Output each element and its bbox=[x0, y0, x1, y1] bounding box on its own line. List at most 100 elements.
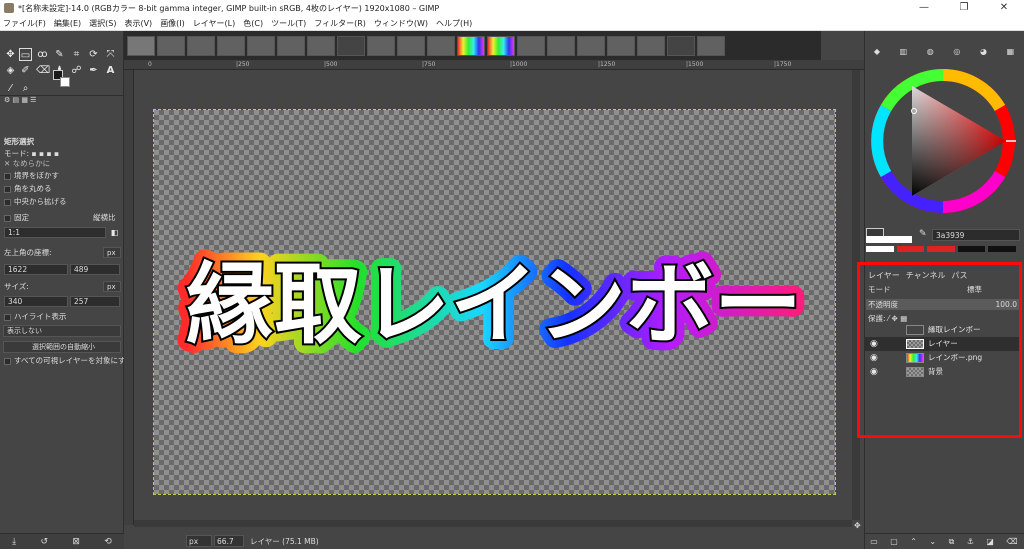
history-swatch[interactable] bbox=[866, 246, 894, 252]
feather-checkbox[interactable] bbox=[4, 172, 11, 180]
background-color-swatch[interactable] bbox=[60, 77, 70, 87]
delete-options-icon[interactable]: ⊠ bbox=[72, 537, 80, 547]
lasso-tool-icon[interactable]: ꝏ bbox=[36, 48, 49, 61]
size-h-field[interactable]: 257 bbox=[70, 296, 120, 307]
text-tool-icon[interactable]: A bbox=[104, 64, 117, 77]
crop-tool-icon[interactable]: ⌗ bbox=[70, 48, 83, 61]
image-thumbnail[interactable] bbox=[307, 35, 335, 56]
navigate-icon[interactable]: ✥ bbox=[854, 521, 862, 530]
zoom-select[interactable]: 66.7 bbox=[214, 535, 244, 547]
menu-file[interactable]: ファイル(F) bbox=[3, 18, 46, 29]
vertical-ruler[interactable] bbox=[124, 70, 134, 525]
zoom-tool-icon[interactable]: ⌕ bbox=[19, 82, 32, 95]
size-unit-select[interactable]: px bbox=[103, 281, 121, 292]
image-thumbnail[interactable] bbox=[517, 35, 545, 56]
delete-layer-icon[interactable]: ⌫ bbox=[1006, 537, 1017, 546]
image-thumbnail[interactable] bbox=[577, 35, 605, 56]
menu-filters[interactable]: フィルター(R) bbox=[314, 18, 366, 29]
history-swatch[interactable] bbox=[896, 246, 925, 252]
fixed-row[interactable]: 固定 縦横比 bbox=[0, 212, 124, 224]
tool-options-tab-icon[interactable]: ⚙ ▤ ▦ ☰ bbox=[4, 96, 36, 104]
image-thumbnail[interactable] bbox=[187, 35, 215, 56]
feather-row[interactable]: 境界をぼかす bbox=[0, 170, 124, 182]
new-layer-icon[interactable]: ▢ bbox=[890, 537, 898, 546]
lower-layer-icon[interactable]: ⌄ bbox=[929, 537, 936, 546]
image-thumbnail[interactable] bbox=[157, 35, 185, 56]
raise-layer-icon[interactable]: ⌃ bbox=[910, 537, 917, 546]
expand-center-row[interactable]: 中央から拡げる bbox=[0, 196, 124, 208]
reset-options-icon[interactable]: ⟲ bbox=[104, 537, 112, 547]
all-visible-checkbox[interactable] bbox=[4, 357, 11, 365]
image-thumbnail[interactable] bbox=[697, 35, 725, 56]
smudge-tool-icon[interactable]: ☍ bbox=[70, 64, 83, 77]
color-wheel-tab-icon[interactable]: ◎ bbox=[953, 47, 960, 56]
history-swatch[interactable] bbox=[988, 246, 1016, 252]
image-thumbnail[interactable] bbox=[667, 35, 695, 56]
menu-tools[interactable]: ツール(T) bbox=[271, 18, 306, 29]
horizontal-ruler[interactable]: 0 |250 |500 |750 |1000 |1250 |1500 |1750 bbox=[124, 60, 864, 70]
image-thumbnail[interactable] bbox=[217, 35, 245, 56]
color-wheel[interactable] bbox=[868, 66, 1018, 216]
fixed-mode-select[interactable]: 縦横比 bbox=[93, 212, 116, 224]
move-tool-icon[interactable]: ✥ bbox=[4, 48, 17, 61]
antialias-checkbox[interactable]: ✕ bbox=[4, 159, 10, 168]
image-thumbnail[interactable] bbox=[457, 35, 485, 56]
highlight-row[interactable]: ハイライト表示 bbox=[0, 311, 124, 323]
hex-color-field[interactable]: 3a3939 bbox=[932, 229, 1020, 241]
bucket-fill-tool-icon[interactable]: ◈ bbox=[4, 64, 17, 77]
image-thumbnail[interactable] bbox=[427, 35, 455, 56]
menu-layer[interactable]: レイヤー(L) bbox=[193, 18, 235, 29]
warp-tool-icon[interactable]: ⤧ bbox=[104, 48, 117, 61]
history-swatch[interactable] bbox=[927, 246, 955, 252]
mode-buttons-icon[interactable]: ▪ ▪ ▪ ▪ bbox=[31, 149, 58, 158]
paintbrush-tool-icon[interactable]: ✐ bbox=[19, 64, 32, 77]
antialias-row[interactable]: ✕ なめらかに bbox=[0, 158, 124, 170]
image-thumbnail[interactable] bbox=[277, 35, 305, 56]
horizontal-scrollbar[interactable] bbox=[134, 520, 852, 527]
fuzzy-select-tool-icon[interactable]: ✎ bbox=[53, 48, 66, 61]
menu-help[interactable]: ヘルプ(H) bbox=[436, 18, 472, 29]
scales-tab-icon[interactable]: ▥ bbox=[900, 47, 908, 56]
save-options-icon[interactable]: ⤓ bbox=[12, 537, 16, 547]
image-thumbnail[interactable] bbox=[247, 35, 275, 56]
menu-select[interactable]: 選択(S) bbox=[89, 18, 116, 29]
paths-tool-icon[interactable]: ✒ bbox=[87, 64, 100, 77]
auto-shrink-button[interactable]: 選択範囲の自動縮小 bbox=[3, 341, 121, 353]
position-unit-select[interactable]: px bbox=[103, 247, 121, 258]
ratio-field[interactable]: 1:1 bbox=[4, 227, 106, 238]
rect-select-tool-icon[interactable]: ▭ bbox=[19, 48, 32, 61]
image-thumbnail[interactable] bbox=[337, 35, 365, 56]
rounded-checkbox[interactable] bbox=[4, 185, 11, 193]
history-swatch[interactable] bbox=[957, 246, 986, 252]
image-thumbnail[interactable] bbox=[607, 35, 635, 56]
anchor-layer-icon[interactable]: ⚓ bbox=[967, 537, 974, 546]
expand-center-checkbox[interactable] bbox=[4, 198, 11, 206]
restore-options-icon[interactable]: ↺ bbox=[41, 537, 49, 547]
position-y-field[interactable]: 489 bbox=[70, 264, 120, 275]
guides-select[interactable]: 表示しない bbox=[3, 325, 121, 337]
menu-view[interactable]: 表示(V) bbox=[124, 18, 152, 29]
menu-edit[interactable]: 編集(E) bbox=[54, 18, 81, 29]
unified-transform-tool-icon[interactable]: ⟳ bbox=[87, 48, 100, 61]
ratio-toggle-icon[interactable]: ◧ bbox=[108, 226, 121, 239]
menu-colors[interactable]: 色(C) bbox=[243, 18, 263, 29]
bg-swatch[interactable] bbox=[866, 236, 912, 243]
eyedropper-icon[interactable]: ✎ bbox=[919, 229, 927, 239]
image-thumbnail[interactable] bbox=[127, 35, 155, 56]
highlight-checkbox[interactable] bbox=[4, 313, 11, 321]
image-thumbnail[interactable] bbox=[547, 35, 575, 56]
image-thumbnail[interactable] bbox=[487, 35, 515, 56]
color-picker-tool-icon[interactable]: ⁄ bbox=[4, 82, 17, 95]
palette-tab-icon[interactable]: ▦ bbox=[1007, 47, 1015, 56]
fg-bg-color-tab-icon[interactable]: ◆ bbox=[874, 47, 880, 56]
new-layer-group-icon[interactable]: ▭ bbox=[870, 537, 878, 546]
mask-icon[interactable]: ◪ bbox=[986, 537, 994, 546]
close-button[interactable]: ✕ bbox=[984, 0, 1024, 16]
position-x-field[interactable]: 1622 bbox=[4, 264, 68, 275]
eraser-tool-icon[interactable]: ⌫ bbox=[36, 64, 50, 77]
watercolor-tab-icon[interactable]: ◍ bbox=[927, 47, 934, 56]
minimize-button[interactable]: — bbox=[904, 0, 944, 16]
menu-image[interactable]: 画像(I) bbox=[160, 18, 185, 29]
unit-select[interactable]: px bbox=[186, 535, 212, 547]
image-thumbnail[interactable] bbox=[637, 35, 665, 56]
